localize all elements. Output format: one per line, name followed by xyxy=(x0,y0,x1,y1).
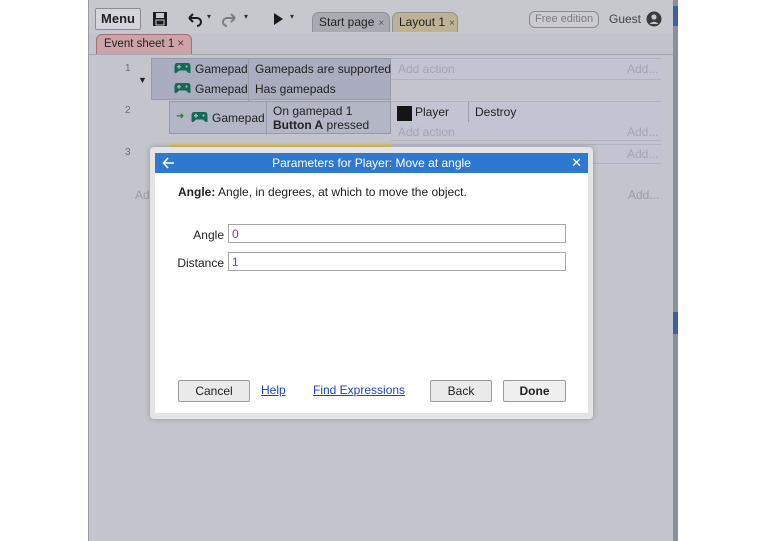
edge-marker xyxy=(673,6,678,26)
condition-object: Gamepad xyxy=(212,111,265,125)
save-icon[interactable] xyxy=(150,10,170,28)
close-icon[interactable]: × xyxy=(449,18,455,29)
user-name[interactable]: Guest xyxy=(609,12,641,26)
menu-button[interactable]: Menu xyxy=(95,8,141,30)
close-icon[interactable]: × xyxy=(177,38,184,50)
event-number: 1 xyxy=(125,63,131,74)
condition-text: Has gamepads xyxy=(255,82,336,96)
condition-text-suffix: pressed xyxy=(323,118,370,132)
play-dropdown-icon[interactable]: ▾ xyxy=(290,12,294,21)
help-link[interactable]: Help xyxy=(261,383,286,397)
description-label: Angle: xyxy=(178,185,216,199)
user-icon[interactable] xyxy=(646,11,662,27)
tab-label: Event sheet 1 xyxy=(104,38,175,50)
event-number: 3 xyxy=(125,147,131,158)
find-expressions-link[interactable]: Find Expressions xyxy=(313,383,405,397)
add-more-link[interactable]: Add... xyxy=(627,147,658,161)
player-object-icon xyxy=(397,106,412,121)
condition-block[interactable]: ➜ Gamepad On gamepad 1 Button A pressed xyxy=(169,101,393,135)
undo-icon[interactable] xyxy=(184,10,204,28)
condition-row[interactable]: Gamepad xyxy=(174,59,248,79)
parameters-dialog: Parameters for Player: Move at angle ✕ A… xyxy=(150,147,593,419)
action-area[interactable]: Player Destroy Add action Add... xyxy=(391,101,661,141)
divider xyxy=(468,102,469,122)
done-button[interactable]: Done xyxy=(503,380,566,402)
add-action-link[interactable]: Add action xyxy=(398,125,455,139)
cancel-button[interactable]: Cancel xyxy=(178,380,250,402)
gamepad-icon xyxy=(191,112,208,123)
back-arrow-icon[interactable] xyxy=(161,153,177,173)
tab-start-page[interactable]: Start page × xyxy=(312,12,390,32)
divider xyxy=(266,102,267,135)
event-number: 2 xyxy=(125,105,131,116)
dialog-title: Parameters for Player: Move at angle xyxy=(272,156,471,170)
condition-row[interactable]: Gamepad xyxy=(191,108,265,128)
distance-label: Distance xyxy=(177,256,224,270)
collapse-arrow-icon[interactable]: ▼ xyxy=(138,75,147,85)
add-more-link[interactable]: Add... xyxy=(628,188,659,202)
tab-event-sheet-1[interactable]: Event sheet 1 × xyxy=(96,34,192,54)
add-action-link[interactable]: Add action xyxy=(398,62,455,76)
dialog-body: Angle: Angle, in degrees, at which to mo… xyxy=(155,173,588,413)
redo-icon[interactable] xyxy=(220,10,240,28)
toolbar: Menu ▾ ▾ ▾ Start page × Layout 1 × Free ed… xyxy=(89,0,673,34)
dialog-title-bar: Parameters for Player: Move at angle ✕ xyxy=(155,153,588,173)
angle-input[interactable] xyxy=(228,224,566,243)
close-icon[interactable]: ✕ xyxy=(571,153,582,173)
condition-object: Gamepad xyxy=(195,82,248,96)
description-text: Angle, in degrees, at which to move the … xyxy=(215,185,467,199)
add-event-link[interactable]: Ad xyxy=(135,188,150,202)
condition-block[interactable]: Gamepad Gamepads are supported Gamepad H… xyxy=(151,58,392,101)
right-edge-panel xyxy=(673,0,678,541)
parameter-description: Angle: Angle, in degrees, at which to mo… xyxy=(178,185,467,199)
redo-dropdown-icon[interactable]: ▾ xyxy=(244,12,248,21)
angle-label: Angle xyxy=(193,228,224,242)
condition-text-prefix: On gamepad 1 xyxy=(273,104,353,118)
tab-layout-1[interactable]: Layout 1 × xyxy=(392,12,458,32)
condition-row[interactable]: Gamepad xyxy=(174,79,248,99)
close-icon[interactable]: × xyxy=(378,18,384,29)
gamepad-icon xyxy=(174,63,191,74)
add-more-link[interactable]: Add... xyxy=(627,125,658,139)
condition-object: Gamepad xyxy=(195,62,248,76)
tab-label: Start page xyxy=(319,15,375,29)
back-button[interactable]: Back xyxy=(430,380,492,402)
condition-text: Gamepads are supported xyxy=(255,62,392,76)
action-object[interactable]: Player xyxy=(415,105,449,119)
gamepad-icon xyxy=(174,83,191,94)
condition-text-bold: Button A xyxy=(273,118,324,132)
condition-text: On gamepad 1 Button A pressed xyxy=(273,104,393,132)
edition-badge[interactable]: Free edition xyxy=(529,11,600,28)
add-more-link[interactable]: Add... xyxy=(627,62,658,76)
action-area[interactable]: Add action Add... xyxy=(391,58,661,80)
undo-dropdown-icon[interactable]: ▾ xyxy=(207,12,211,21)
distance-input[interactable] xyxy=(228,252,566,271)
action-text[interactable]: Destroy xyxy=(475,105,516,119)
play-icon[interactable] xyxy=(268,10,288,28)
edge-marker xyxy=(673,312,678,334)
divider xyxy=(248,59,249,101)
trigger-arrow-icon: ➜ xyxy=(176,111,185,122)
tab-label: Layout 1 xyxy=(399,15,446,29)
